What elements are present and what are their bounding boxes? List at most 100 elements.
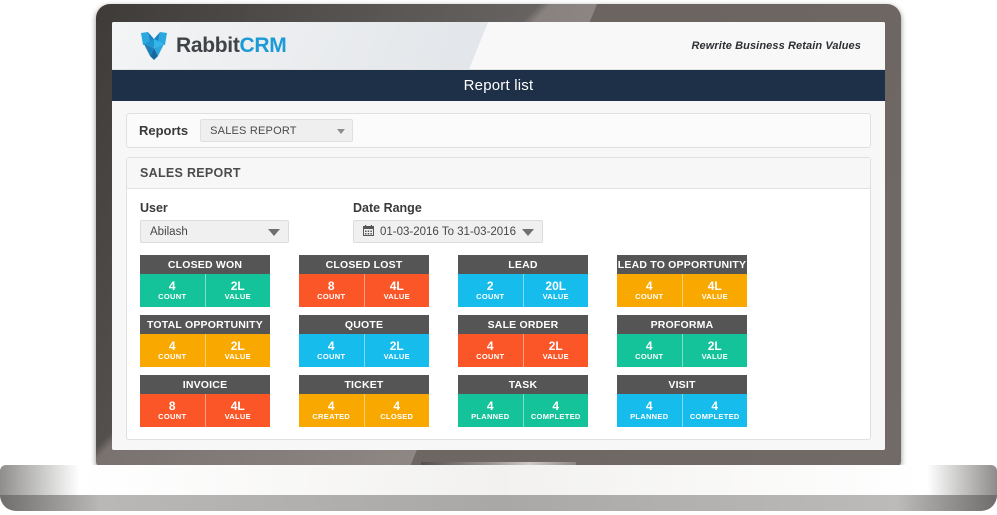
metric-cell: 4L VALUE — [204, 394, 271, 427]
metric-label: COUNT — [158, 292, 187, 302]
filters-row: User Abilash Date Range 01-03-2016 To 31… — [140, 201, 857, 243]
metric-label: VALUE — [542, 352, 569, 362]
page-content: Reports SALES REPORT SALES REPORT User A… — [112, 101, 885, 450]
metric-cards-row: TOTAL OPPORTUNITY 4 COUNT 2L VALUE QUOTE 4 COUN… — [140, 315, 857, 367]
metric-value: 4 — [711, 399, 719, 414]
metric-card-title: LEAD — [458, 255, 588, 274]
metric-label: COUNT — [635, 352, 664, 362]
metric-card-body: 4 COUNT 2L VALUE — [617, 334, 747, 367]
metric-card[interactable]: INVOICE 8 COUNT 4L VALUE — [140, 375, 270, 427]
laptop-screen: RabbitCRM Rewrite Business Retain Values… — [112, 22, 885, 450]
metric-cell: 2L VALUE — [204, 334, 271, 367]
metric-cell: 4 COUNT — [617, 334, 682, 367]
metric-cell: 4 COUNT — [140, 274, 205, 307]
metric-value: 4L — [230, 399, 245, 414]
metric-card[interactable]: TASK 4 PLANNED 4 COMPLETED — [458, 375, 588, 427]
metric-value: 20L — [545, 279, 567, 294]
metric-value: 4 — [486, 399, 494, 414]
user-select[interactable]: Abilash — [140, 220, 289, 243]
metric-cell: 4L VALUE — [363, 274, 430, 307]
metric-value: 4 — [168, 339, 176, 354]
metric-card[interactable]: TOTAL OPPORTUNITY 4 COUNT 2L VALUE — [140, 315, 270, 367]
metric-card[interactable]: TICKET 4 CREATED 4 CLOSED — [299, 375, 429, 427]
metric-value: 4 — [486, 339, 494, 354]
metric-cell: 8 COUNT — [140, 394, 205, 427]
metric-card[interactable]: CLOSED WON 4 COUNT 2L VALUE — [140, 255, 270, 307]
metric-cell: 4 PLANNED — [458, 394, 523, 427]
brand-name-part2: CRM — [239, 34, 287, 58]
metric-label: COUNT — [158, 412, 187, 422]
metric-cell: 4 COUNT — [617, 274, 682, 307]
metric-card-body: 4 COUNT 2L VALUE — [299, 334, 429, 367]
metric-value: 8 — [327, 279, 335, 294]
metric-label: VALUE — [224, 352, 251, 362]
metric-card[interactable]: QUOTE 4 COUNT 2L VALUE — [299, 315, 429, 367]
metric-value: 4 — [327, 339, 335, 354]
metric-label: PLANNED — [630, 412, 669, 422]
metric-card[interactable]: LEAD TO OPPORTUNITY 4 COUNT 4L VALUE — [617, 255, 747, 307]
metric-cell: 2L VALUE — [681, 334, 748, 367]
metric-card-body: 4 PLANNED 4 COMPLETED — [617, 394, 747, 427]
metric-card[interactable]: CLOSED LOST 8 COUNT 4L VALUE — [299, 255, 429, 307]
metric-label: COMPLETED — [530, 412, 581, 422]
metric-card[interactable]: PROFORMA 4 COUNT 2L VALUE — [617, 315, 747, 367]
metric-card-body: 4 COUNT 2L VALUE — [458, 334, 588, 367]
panel-body: User Abilash Date Range 01-03-2016 To 31… — [127, 189, 870, 439]
metric-label: VALUE — [224, 292, 251, 302]
metric-value: 8 — [168, 399, 176, 414]
metric-card[interactable]: LEAD 2 COUNT 20L VALUE — [458, 255, 588, 307]
metric-cards-grid: CLOSED WON 4 COUNT 2L VALUE CLOSED LOST 8 COUNT… — [140, 255, 857, 427]
brand-wordmark: RabbitCRM — [176, 34, 287, 58]
metric-cell: 4 COMPLETED — [681, 394, 748, 427]
metric-label: COUNT — [158, 352, 187, 362]
metric-label: CLOSED — [380, 412, 414, 422]
metric-value: 2L — [548, 339, 563, 354]
page-title: Report list — [112, 70, 885, 101]
date-range-select[interactable]: 01-03-2016 To 31-03-2016 — [353, 220, 543, 243]
metric-card[interactable]: SALE ORDER 4 COUNT 2L VALUE — [458, 315, 588, 367]
date-range-value: 01-03-2016 To 31-03-2016 — [380, 225, 516, 238]
metric-label: COUNT — [635, 292, 664, 302]
metric-cell: 8 COUNT — [299, 274, 364, 307]
metric-card-body: 4 COUNT 2L VALUE — [140, 334, 270, 367]
metric-card-title: INVOICE — [140, 375, 270, 394]
metric-label: CREATED — [312, 412, 351, 422]
chevron-down-icon — [268, 228, 280, 236]
metric-cell: 2L VALUE — [204, 274, 271, 307]
metric-cards-row: CLOSED WON 4 COUNT 2L VALUE CLOSED LOST 8 COUNT… — [140, 255, 857, 307]
metric-cell: 4 COUNT — [299, 334, 364, 367]
metric-cards-row: INVOICE 8 COUNT 4L VALUE TICKET 4 CREATED 4 CLOSE… — [140, 375, 857, 427]
metric-card-body: 8 COUNT 4L VALUE — [299, 274, 429, 307]
metric-cell: 4 CREATED — [299, 394, 364, 427]
metric-value: 2L — [707, 339, 722, 354]
metric-card-title: VISIT — [617, 375, 747, 394]
date-range-label: Date Range — [353, 201, 422, 215]
date-range-filter: Date Range 01-03-2016 To 31-03-2016 — [353, 201, 543, 243]
metric-value: 4L — [389, 279, 404, 294]
laptop-base-edge — [0, 495, 997, 511]
metric-cell: 2L VALUE — [363, 334, 430, 367]
metric-label: COUNT — [476, 352, 505, 362]
metric-card-title: TASK — [458, 375, 588, 394]
metric-label: COMPLETED — [689, 412, 740, 422]
metric-value: 2L — [389, 339, 404, 354]
metric-value: 2L — [230, 279, 245, 294]
user-filter-label: User — [140, 201, 168, 215]
calendar-icon — [363, 224, 374, 239]
metric-card-body: 4 COUNT 4L VALUE — [617, 274, 747, 307]
user-filter: User Abilash — [140, 201, 353, 243]
metric-label: COUNT — [476, 292, 505, 302]
brand-logo[interactable]: RabbitCRM — [112, 31, 287, 61]
metric-label: PLANNED — [471, 412, 510, 422]
metric-card[interactable]: VISIT 4 PLANNED 4 COMPLETED — [617, 375, 747, 427]
metric-value: 4 — [645, 279, 653, 294]
report-type-selected-value: SALES REPORT — [210, 124, 297, 137]
crm-application: RabbitCRM Rewrite Business Retain Values… — [112, 22, 885, 450]
report-type-select[interactable]: SALES REPORT — [200, 119, 354, 142]
metric-card-title: SALE ORDER — [458, 315, 588, 334]
metric-value: 2 — [486, 279, 494, 294]
metric-card-body: 4 PLANNED 4 COMPLETED — [458, 394, 588, 427]
chevron-down-icon — [337, 128, 346, 134]
laptop-mockup: RabbitCRM Rewrite Business Retain Values… — [0, 0, 997, 515]
metric-card-title: TICKET — [299, 375, 429, 394]
